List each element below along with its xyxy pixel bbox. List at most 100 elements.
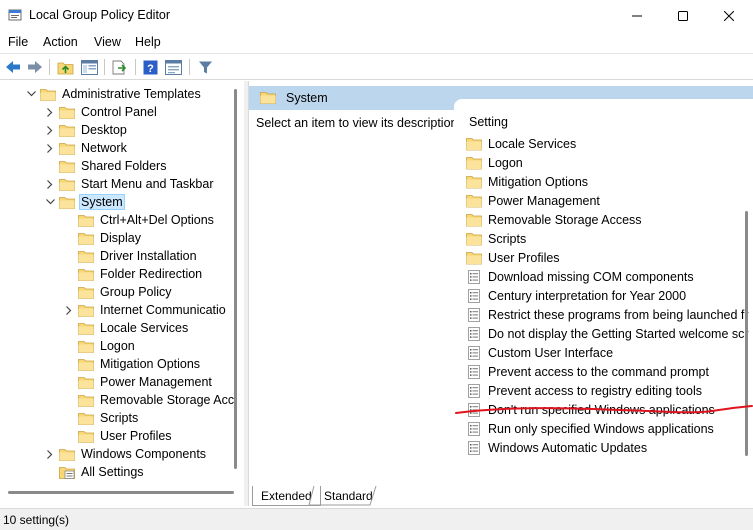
chevron-right-icon[interactable]: [45, 121, 55, 139]
up-one-level-button[interactable]: [56, 58, 75, 76]
tree-item[interactable]: System: [45, 193, 125, 211]
tree-item[interactable]: Internet Communicatio: [64, 301, 227, 319]
settings-vertical-scrollbar[interactable]: [744, 211, 749, 471]
tree-item[interactable]: Scripts: [64, 409, 139, 427]
list-item-label: Prevent access to registry editing tools: [488, 383, 702, 398]
toolbar-separator: [135, 59, 136, 75]
chevron-right-icon[interactable]: [45, 175, 55, 193]
tree-item[interactable]: All Settings: [45, 463, 145, 481]
list-item-label: Century interpretation for Year 2000: [488, 288, 687, 303]
list-item-setting[interactable]: Century interpretation for Year 2000: [466, 286, 686, 305]
scrollbar-thumb[interactable]: [234, 89, 237, 469]
up-folder-icon: [57, 62, 74, 74]
list-item-label: Removable Storage Access: [488, 212, 642, 227]
back-button[interactable]: [3, 58, 22, 76]
close-button[interactable]: [706, 0, 752, 31]
scrollbar-thumb[interactable]: [745, 211, 748, 456]
tree-item[interactable]: Ctrl+Alt+Del Options: [64, 211, 215, 229]
back-arrow-icon: [5, 61, 20, 73]
tree-item[interactable]: Driver Installation: [64, 247, 198, 265]
chevron-down-icon[interactable]: [45, 193, 55, 211]
export-list-icon: [112, 60, 127, 74]
list-item-folder[interactable]: Removable Storage Access: [466, 210, 642, 229]
list-item-label: Prevent access to the command prompt: [488, 364, 709, 379]
list-item-setting[interactable]: Run only specified Windows applications: [466, 419, 714, 438]
list-item-label: Power Management: [488, 193, 600, 208]
group-policy-app-icon: [8, 9, 22, 21]
properties-button[interactable]: [164, 58, 183, 76]
chevron-down-icon[interactable]: [26, 85, 36, 103]
folder-icon: [260, 92, 276, 104]
list-item-setting[interactable]: Don't run specified Windows applications: [466, 400, 715, 419]
list-item-folder[interactable]: Mitigation Options: [466, 172, 588, 191]
minimize-button[interactable]: [614, 0, 660, 31]
tree-item[interactable]: Start Menu and Taskbar: [45, 175, 214, 193]
list-item-setting[interactable]: Windows Automatic Updates: [466, 438, 647, 457]
menu-action[interactable]: Action: [43, 35, 78, 49]
tree-item[interactable]: Group Policy: [64, 283, 173, 301]
list-item-folder[interactable]: Locale Services: [466, 134, 576, 153]
help-button[interactable]: ?: [141, 58, 160, 76]
tree-vertical-scrollbar[interactable]: [232, 81, 238, 471]
list-item-label: Locale Services: [488, 136, 577, 151]
tree-item[interactable]: Desktop: [45, 121, 128, 139]
scrollbar-thumb[interactable]: [8, 491, 234, 494]
tree-item[interactable]: Display: [64, 229, 142, 247]
tree-item[interactable]: Control Panel: [45, 103, 158, 121]
menu-view[interactable]: View: [94, 35, 121, 49]
status-text: 10 setting(s): [3, 513, 70, 527]
list-item-setting[interactable]: Restrict these programs from being launc…: [466, 305, 749, 324]
list-item-label: Mitigation Options: [488, 174, 589, 189]
tree-horizontal-scrollbar[interactable]: [0, 487, 243, 497]
menu-help[interactable]: Help: [135, 35, 161, 49]
list-item-folder[interactable]: Scripts: [466, 229, 526, 248]
filter-icon: [199, 61, 212, 73]
list-item-folder[interactable]: Logon: [466, 153, 523, 172]
forward-arrow-icon: [27, 61, 42, 73]
list-item-setting[interactable]: Custom User Interface: [466, 343, 613, 362]
tree-item[interactable]: Mitigation Options: [64, 355, 201, 373]
chevron-right-icon[interactable]: [45, 103, 55, 121]
policy-setting-icon: [468, 326, 480, 341]
list-item-folder[interactable]: User Profiles: [466, 248, 560, 267]
tree-item[interactable]: Power Management: [64, 373, 213, 391]
toolbar: ?: [0, 53, 753, 80]
list-item-setting[interactable]: Do not display the Getting Started welco…: [466, 324, 749, 343]
tree-item[interactable]: Removable Storage Acc: [64, 391, 235, 409]
list-item-folder[interactable]: Power Management: [466, 191, 600, 210]
svg-text:?: ?: [147, 63, 154, 75]
folder-icon: [78, 394, 94, 407]
folder-icon: [78, 412, 94, 425]
tree-item[interactable]: Windows Components: [45, 445, 207, 463]
all-settings-icon: [59, 466, 75, 479]
show-hide-tree-button[interactable]: [80, 58, 99, 76]
tree-item[interactable]: Network: [45, 139, 128, 157]
menu-file[interactable]: File: [8, 35, 28, 49]
tree-item[interactable]: Folder Redirection: [64, 265, 203, 283]
forward-button[interactable]: [25, 58, 44, 76]
tree-item-label: Scripts: [100, 411, 139, 425]
tree-item[interactable]: User Profiles: [64, 427, 173, 445]
tree-item[interactable]: Locale Services: [64, 319, 189, 337]
folder-icon: [78, 214, 94, 227]
chevron-right-icon[interactable]: [45, 445, 55, 463]
column-header-setting[interactable]: Setting: [469, 115, 508, 129]
list-item-setting[interactable]: Prevent access to registry editing tools: [466, 381, 702, 400]
maximize-button[interactable]: [660, 0, 706, 31]
policy-setting-icon: [468, 364, 480, 379]
tree-item[interactable]: Administrative Templates: [26, 85, 202, 103]
folder-icon: [40, 88, 56, 101]
menu-bar: File Action View Help: [0, 31, 753, 53]
tree-item[interactable]: Shared Folders: [45, 157, 167, 175]
chevron-right-icon[interactable]: [45, 139, 55, 157]
tree-item-label: Administrative Templates: [62, 87, 201, 101]
tree-item[interactable]: Logon: [64, 337, 136, 355]
chevron-right-icon[interactable]: [64, 301, 74, 319]
export-list-button[interactable]: [110, 58, 129, 76]
list-item-setting[interactable]: Prevent access to the command prompt: [466, 362, 709, 381]
tree-item-label: Display: [100, 231, 141, 245]
list-item-setting[interactable]: Download missing COM components: [466, 267, 694, 286]
policy-setting-icon: [468, 383, 480, 398]
filter-button[interactable]: [196, 58, 215, 76]
folder-icon: [78, 250, 94, 263]
